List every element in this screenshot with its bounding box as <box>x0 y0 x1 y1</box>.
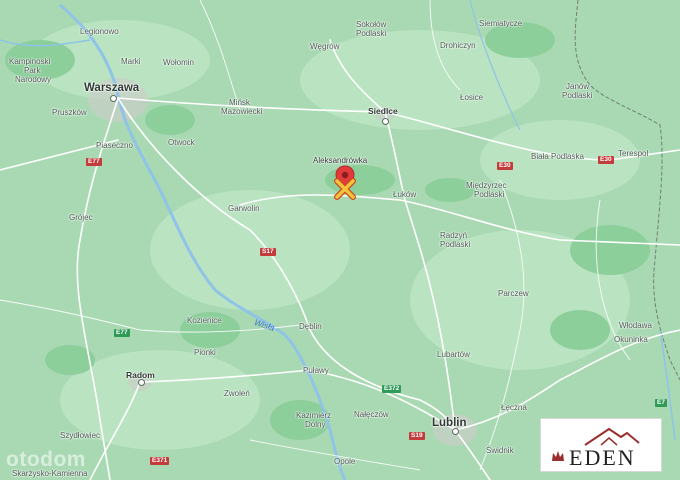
map-view[interactable]: Warszawa Siedlce Radom Lublin Aleksandró… <box>0 0 680 480</box>
watermark: otodom <box>6 448 86 471</box>
road-sign: E7 <box>655 399 667 407</box>
cross-marker-icon[interactable] <box>334 178 356 200</box>
place-label[interactable]: Biała Podlaska <box>531 152 584 161</box>
capital-dot <box>110 95 117 102</box>
map-base <box>0 0 680 480</box>
place-label[interactable]: Łęczna <box>501 403 527 412</box>
place-label[interactable]: Lubartów <box>437 350 470 359</box>
place-label[interactable]: Podlaski <box>562 91 592 100</box>
place-label[interactable]: Podlaski <box>356 29 386 38</box>
city-label[interactable]: Siedlce <box>368 107 398 116</box>
place-label[interactable]: Drohiczyn <box>440 41 476 50</box>
road-sign: E77 <box>114 329 130 337</box>
place-label[interactable]: Pruszków <box>52 108 87 117</box>
place-label[interactable]: Grójec <box>69 213 93 222</box>
crown-icon <box>552 451 564 461</box>
place-label[interactable]: Garwolin <box>228 204 260 213</box>
place-label[interactable]: Podlaski <box>474 190 504 199</box>
place-label[interactable]: Parczew <box>498 289 529 298</box>
road-sign: E77 <box>86 158 102 166</box>
road-sign: E372 <box>382 385 402 393</box>
city-label[interactable]: Radom <box>126 371 155 380</box>
pin-label[interactable]: Aleksandrówka <box>313 156 367 165</box>
place-label[interactable]: Włodawa <box>619 321 652 330</box>
place-label[interactable]: Wołomin <box>163 58 194 67</box>
place-label[interactable]: Węgrów <box>310 42 339 51</box>
place-label[interactable]: Janów <box>566 82 589 91</box>
city-dot <box>382 118 389 125</box>
city-label[interactable]: Warszawa <box>84 82 139 94</box>
place-label[interactable]: Międzyrzec <box>466 181 506 190</box>
place-label[interactable]: Okuninka <box>614 335 648 344</box>
place-label[interactable]: Szydłowiec <box>60 431 100 440</box>
place-label[interactable]: Dęblin <box>299 322 322 331</box>
place-label[interactable]: Narodowy <box>15 75 51 84</box>
place-label[interactable]: Dolny <box>305 420 325 429</box>
house-roof-icon <box>584 427 640 446</box>
place-label[interactable]: Legionowo <box>80 27 119 36</box>
city-dot <box>452 428 459 435</box>
place-label[interactable]: Kazimierz <box>296 411 331 420</box>
place-label[interactable]: Marki <box>121 57 141 66</box>
place-label[interactable]: Nałęczów <box>354 410 389 419</box>
place-label[interactable]: Świdnik <box>486 446 514 455</box>
road-sign: E371 <box>150 457 170 465</box>
logo-text: EDEN <box>569 445 636 470</box>
city-dot <box>138 379 145 386</box>
place-label[interactable]: Kampinoski <box>9 57 50 66</box>
place-label[interactable]: Otwock <box>168 138 195 147</box>
place-label[interactable]: Podlaski <box>440 240 470 249</box>
place-label[interactable]: Puławy <box>303 366 329 375</box>
road-sign: E30 <box>497 162 513 170</box>
road-sign: E30 <box>598 156 614 164</box>
place-label[interactable]: Pionki <box>194 348 216 357</box>
place-label[interactable]: Piaseczno <box>96 141 133 150</box>
road-sign: S17 <box>260 248 276 256</box>
place-label[interactable]: Zwoleń <box>224 389 250 398</box>
place-label[interactable]: Terespol <box>618 149 648 158</box>
place-label[interactable]: Opole <box>334 457 355 466</box>
place-label[interactable]: Kozienice <box>187 316 222 325</box>
place-label[interactable]: Park <box>24 66 40 75</box>
place-label[interactable]: Mazowiecki <box>221 107 262 116</box>
place-label[interactable]: Łosice <box>460 93 483 102</box>
place-label[interactable]: Siemiatycze <box>479 19 522 28</box>
city-label[interactable]: Lublin <box>432 417 467 429</box>
place-label[interactable]: Łuków <box>393 190 416 199</box>
eden-logo: EDEN <box>540 418 662 472</box>
place-label[interactable]: Mińsk <box>229 98 250 107</box>
place-label[interactable]: Radzyń <box>440 231 467 240</box>
place-label[interactable]: Sokołów <box>356 20 386 29</box>
road-sign: S19 <box>409 432 425 440</box>
